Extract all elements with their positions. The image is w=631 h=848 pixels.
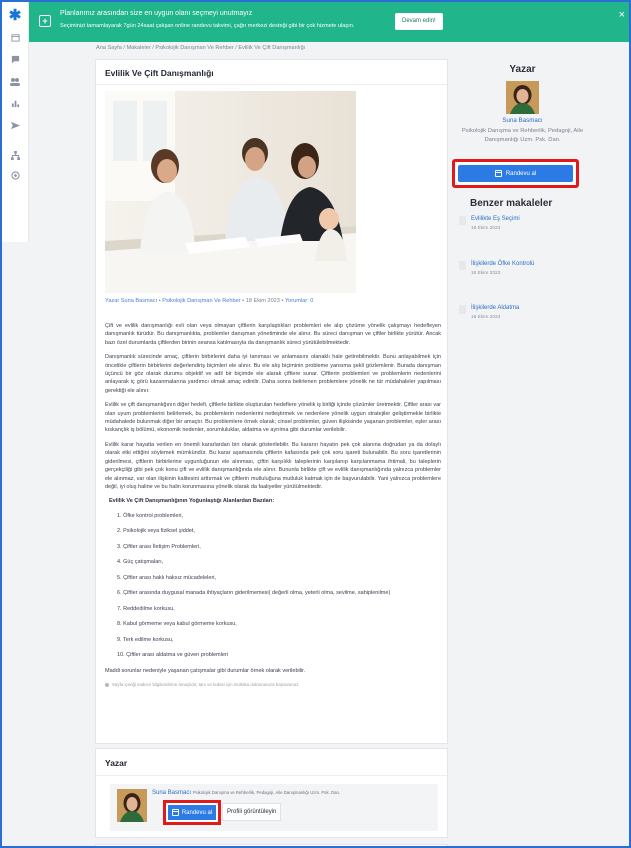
list-item: 4. Güç çatışmaları, xyxy=(117,559,164,566)
meta-prefix: Yazar xyxy=(105,298,120,304)
continue-button[interactable]: Devam edin! xyxy=(395,13,443,30)
disclaimer-text: Sayfa içeriği sadece bilgilendirme amaçl… xyxy=(112,682,300,688)
author-heading: Yazar xyxy=(509,64,536,75)
list-item: 2. Psikolojik veya fiziksel şiddet, xyxy=(117,528,195,535)
related-title-link[interactable]: İlişkilerde Öfke Kontrolü xyxy=(471,261,534,267)
article-body: Çift ve evlilik danışmanlığı evli olan v… xyxy=(105,322,441,690)
asterisk-logo-icon[interactable]: ✱ xyxy=(8,7,22,24)
bar-chart-icon[interactable] xyxy=(8,96,22,110)
left-rail: ✱ xyxy=(2,2,29,242)
paragraph: Çift ve evlilik danışmanlığı evli olan v… xyxy=(105,323,441,346)
appointment-button-label: Randevu al xyxy=(181,809,213,816)
thumbnail xyxy=(459,305,466,314)
article-title: Evlilik Ve Çift Danışmanlığı xyxy=(105,68,214,78)
paragraph: Danışmanlık sürecinde amaç, çiftlerin bi… xyxy=(105,354,441,394)
meta-category-link[interactable]: Psikolojik Danışman Ve Rehber xyxy=(162,298,240,304)
author-description: Psikolojik Danışma ve Rehberlik, Pedagoj… xyxy=(461,128,584,143)
banner-subtitle: Seçiminizi tamamlayarak 7gün 24saat çalı… xyxy=(60,23,355,29)
chat-icon[interactable] xyxy=(8,52,22,66)
appointment-button-label: Randevu al xyxy=(505,170,537,177)
appointment-highlight: Randevu al xyxy=(163,800,221,825)
close-icon[interactable]: × xyxy=(619,9,625,21)
meta-author-link[interactable]: Suna Basmacı xyxy=(121,298,157,304)
author-name-link[interactable]: Suna Basmacı xyxy=(152,790,191,796)
divider xyxy=(96,84,447,85)
appointment-button[interactable]: Randevu al xyxy=(458,165,573,182)
list-item: 3. Çiftler arası İletişim Problemleri, xyxy=(117,543,201,550)
author-card-body: Suna Basmacı Psikolojik Danışma ve Rehbe… xyxy=(110,784,438,831)
calendar-icon[interactable] xyxy=(8,30,22,44)
users-icon[interactable] xyxy=(8,74,22,88)
appointment-button[interactable]: Randevu al xyxy=(168,805,216,820)
related-date: 18 Ekim 2023 xyxy=(471,226,501,231)
related-title-link[interactable]: İlişkilerde Aldatma xyxy=(471,305,519,311)
article-image xyxy=(105,91,356,293)
list-item: 9. Terk edilme korkusu, xyxy=(117,636,174,643)
gift-icon: + xyxy=(39,15,51,27)
appointment-highlight: Randevu al xyxy=(452,159,579,188)
meta-date: 18 Ekim 2023 xyxy=(245,298,280,304)
org-chart-icon[interactable] xyxy=(8,148,22,162)
related-date: 18 Ekim 2023 xyxy=(471,271,501,276)
paragraph: Evlilik ve çift danışmanlığının diğer he… xyxy=(105,402,441,434)
article-card: Evlilik Ve Çift Danışmanlığı Yazar Suna … xyxy=(95,59,448,744)
disclaimer: Sayfa içeriği sadece bilgilendirme amaçl… xyxy=(105,681,441,689)
info-dot-icon xyxy=(105,683,109,688)
thumbnail xyxy=(459,216,466,225)
focus-list: 1. Öfke kontrol problemleri, 2. Psikoloj… xyxy=(105,512,441,660)
avatar[interactable] xyxy=(117,789,147,822)
list-item: 7. Reddedilme korkusu, xyxy=(117,605,175,612)
banner-title: Planlarımız arasından size en uygun olan… xyxy=(60,10,253,17)
avatar[interactable] xyxy=(506,81,539,114)
calendar-icon xyxy=(494,170,502,177)
list-item: 5. Çiftler arası haklı haksız mücadelele… xyxy=(117,574,217,581)
author-card-heading: Yazar xyxy=(105,758,128,768)
view-profile-button[interactable]: Profili görüntüleyin xyxy=(222,803,282,821)
divider xyxy=(96,775,447,776)
related-title-link[interactable]: Evlilikte Eş Seçimi xyxy=(471,216,520,222)
breadcrumb[interactable]: Ana Sayfa / Makaleler / Psikolojik Danış… xyxy=(96,45,305,51)
list-item: 6. Çiftler arasında duygusal manada ihti… xyxy=(117,590,391,597)
paragraph: Evlilik karar hayatta verilen en önemli … xyxy=(105,441,441,490)
author-card: Yazar Suna Basmacı Psikolojik Danışma ve… xyxy=(95,748,448,838)
author-name-link[interactable]: Suna Basmacı xyxy=(450,117,595,124)
badge-icon[interactable] xyxy=(8,168,22,182)
send-icon[interactable] xyxy=(8,118,22,132)
author-card-name: Suna Basmacı Psikolojik Danışma ve Rehbe… xyxy=(152,790,340,796)
article-meta: Yazar Suna Basmacı • Psikolojik Danışman… xyxy=(105,298,314,304)
author-card-description: Psikolojik Danışma ve Rehberlik, Pedagoj… xyxy=(192,790,341,795)
thumbnail xyxy=(459,261,466,270)
closing-paragraph: Maddi sorunlar nedeniyle yaşanan çatışma… xyxy=(105,667,306,674)
next-card xyxy=(95,844,448,848)
list-heading: Evlilik Ve Çift Danışmanlığının Yoğunlaş… xyxy=(109,498,275,505)
list-item: 10. Çiftler arası aldatma ve güven probl… xyxy=(117,652,228,659)
list-item: 8. Kabul görmeme veya kabul görmeme kork… xyxy=(117,621,237,628)
list-item: 1. Öfke kontrol problemleri, xyxy=(117,512,184,519)
plan-banner: + Planlarımız arasından size en uygun ol… xyxy=(29,2,629,42)
meta-comments-link[interactable]: Yorumlar: 0 xyxy=(285,298,313,304)
related-date: 18 Ekim 2023 xyxy=(471,315,501,320)
calendar-icon xyxy=(171,809,179,816)
related-heading: Benzer makaleler xyxy=(470,198,553,209)
